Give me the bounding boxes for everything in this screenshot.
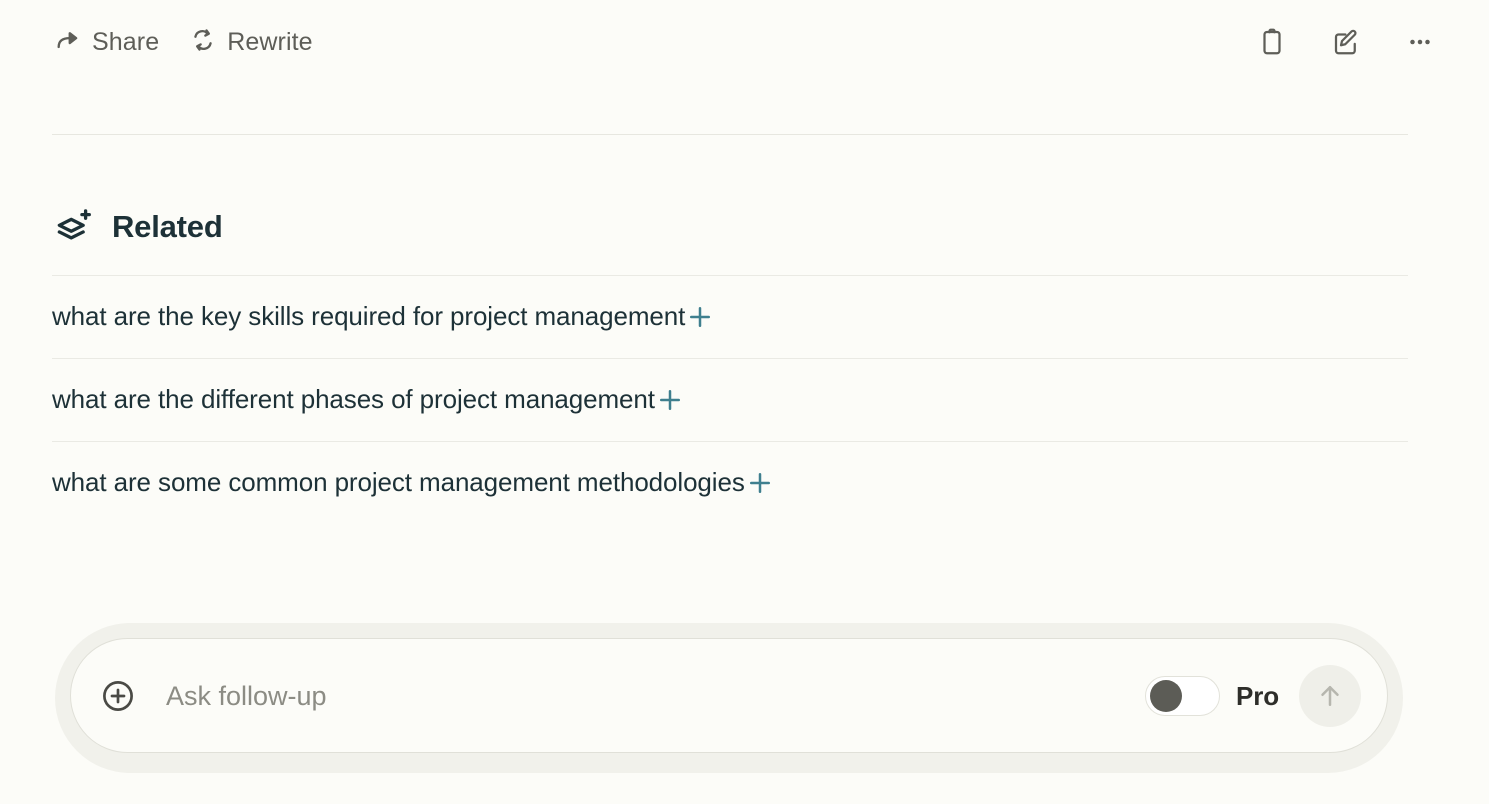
plus-icon[interactable] <box>655 385 693 415</box>
related-header: Related <box>52 205 223 247</box>
share-arrow-icon <box>54 26 82 59</box>
copy-clipboard-icon[interactable] <box>1255 25 1289 59</box>
related-question-text: what are the key skills required for pro… <box>52 301 686 332</box>
search-input[interactable] <box>166 675 1145 716</box>
arrow-up-icon <box>1315 681 1345 711</box>
related-question-text: what are some common project management … <box>52 467 745 498</box>
related-question-row[interactable]: what are some common project management … <box>52 441 1408 524</box>
plus-circle-icon[interactable] <box>99 677 137 715</box>
plus-icon[interactable] <box>685 302 723 332</box>
related-question-row[interactable]: what are the different phases of project… <box>52 358 1408 441</box>
edit-pencil-square-icon[interactable] <box>1329 25 1363 59</box>
action-bar-right-group <box>1255 25 1437 59</box>
related-question-row[interactable]: what are the key skills required for pro… <box>52 275 1408 358</box>
action-bar: Share Rewrite <box>0 0 1489 84</box>
rewrite-refresh-icon <box>189 26 217 59</box>
rewrite-button[interactable]: Rewrite <box>187 22 314 63</box>
composer-controls: Pro <box>1144 664 1361 727</box>
share-button[interactable]: Share <box>52 22 161 63</box>
plus-icon[interactable] <box>745 468 783 498</box>
layers-plus-icon <box>52 205 94 247</box>
share-label: Share <box>92 27 160 56</box>
pro-toggle[interactable] <box>1144 675 1220 716</box>
rewrite-label: Rewrite <box>227 27 313 56</box>
page-title: Related <box>112 208 223 244</box>
submit-button[interactable] <box>1299 664 1361 727</box>
related-questions-list: what are the key skills required for pro… <box>52 275 1408 524</box>
action-bar-left-group: Share Rewrite <box>52 22 315 63</box>
section-divider <box>52 134 1408 135</box>
follow-up-composer[interactable]: Pro <box>70 638 1388 753</box>
pro-toggle-knob <box>1149 679 1182 712</box>
pro-label: Pro <box>1235 680 1279 711</box>
answer-page: Share Rewrite Related what are the key s… <box>0 0 1489 804</box>
more-ellipsis-icon[interactable] <box>1403 25 1437 59</box>
related-question-text: what are the different phases of project… <box>52 384 655 415</box>
